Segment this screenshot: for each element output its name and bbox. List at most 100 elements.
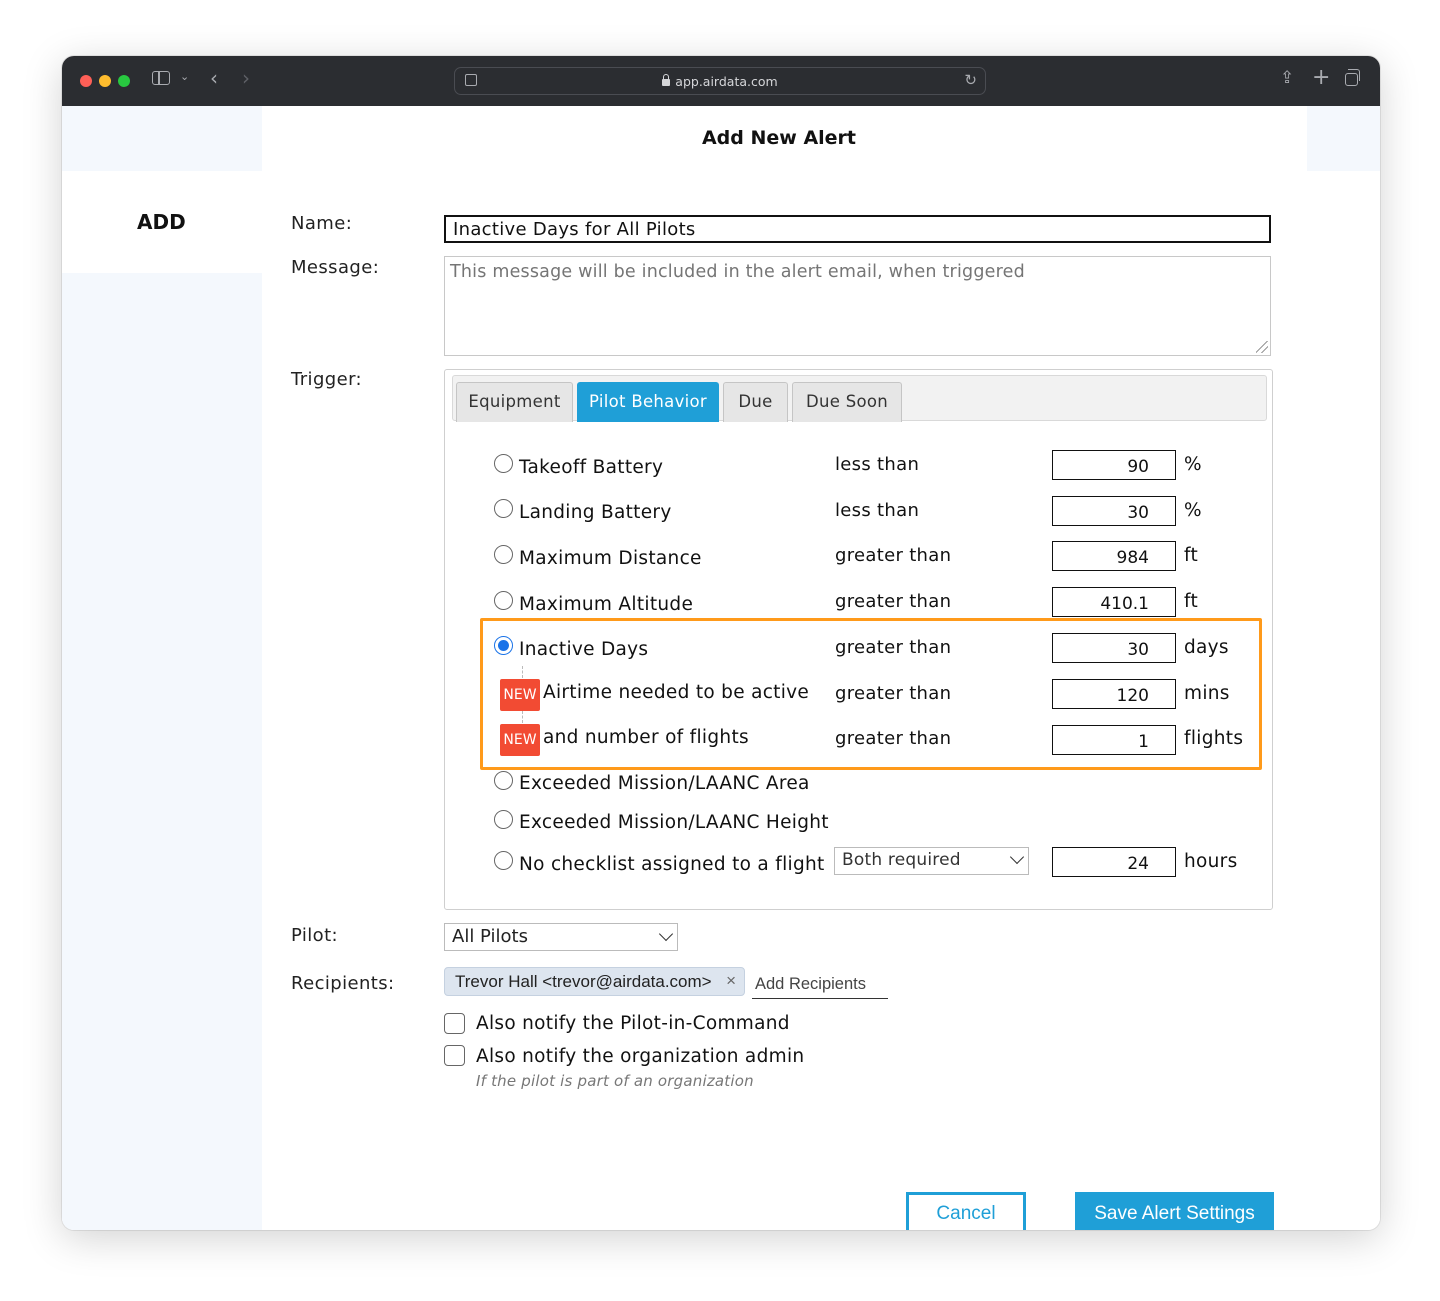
comparator-label: less than (835, 454, 920, 475)
tab-due[interactable]: Due (723, 382, 788, 422)
notify-pic-checkbox[interactable] (444, 1013, 465, 1034)
back-icon[interactable]: ‹ (210, 66, 218, 90)
trigger-option-label: Takeoff Battery (519, 457, 664, 478)
threshold-input[interactable] (1052, 679, 1176, 709)
address-bar[interactable]: app.airdata.com ↻ (454, 67, 986, 95)
no-checklist-radio[interactable] (494, 851, 513, 870)
trigger-option-label: Exceeded Mission/LAANC Height (519, 812, 829, 833)
left-panel (62, 106, 262, 1230)
name-label: Name: (291, 213, 353, 234)
pilot-select[interactable]: All Pilots (444, 923, 678, 951)
comparator-label: greater than (835, 728, 952, 749)
recipients-label: Recipients: (291, 973, 395, 994)
unit-label: mins (1184, 683, 1230, 704)
chevron-down-icon (1009, 849, 1025, 865)
unit-label: hours (1184, 851, 1238, 872)
comparator-label: greater than (835, 637, 952, 658)
threshold-input[interactable] (1052, 633, 1176, 663)
right-panel (1307, 106, 1380, 171)
pilot-label: Pilot: (291, 925, 338, 946)
notify-admin-checkbox[interactable] (444, 1045, 465, 1066)
trigger-option-label: and number of flights (543, 727, 749, 748)
comparator-label: less than (835, 500, 920, 521)
dialog-title: Add New Alert (701, 127, 857, 149)
notify-admin-label: Also notify the organization admin (476, 1046, 805, 1067)
maximum-distance-radio[interactable] (494, 545, 513, 564)
resize-handle-icon[interactable] (1256, 341, 1268, 353)
save-alert-settings-button[interactable]: Save Alert Settings (1075, 1192, 1274, 1230)
tab-equipment[interactable]: Equipment (456, 382, 573, 422)
zoom-window-button[interactable] (118, 75, 130, 87)
new-tab-icon[interactable]: + (1312, 65, 1330, 90)
tab-due-soon[interactable]: Due Soon (792, 382, 902, 422)
select-value: Both required (842, 850, 961, 870)
comparator-label: greater than (835, 545, 952, 566)
cancel-button[interactable]: Cancel (906, 1192, 1026, 1230)
checklist-requirement-select[interactable]: Both required (834, 847, 1029, 875)
url-text: app.airdata.com (675, 74, 778, 89)
unit-label: days (1184, 637, 1229, 658)
trigger-row: Exceeded Mission/LAANC Area (445, 768, 1272, 802)
trigger-row: No checklist assigned to a flight Both r… (445, 847, 1272, 881)
unit-label: % (1184, 500, 1202, 521)
inactive-days-radio[interactable] (494, 636, 513, 655)
trigger-row: Landing Battery less than % (445, 496, 1272, 530)
add-recipients-input[interactable]: Add Recipients (752, 975, 888, 999)
landing-battery-radio[interactable] (494, 499, 513, 518)
url-display[interactable]: app.airdata.com (455, 74, 985, 89)
threshold-input[interactable] (1052, 725, 1176, 755)
takeoff-battery-radio[interactable] (494, 454, 513, 473)
lock-icon (662, 74, 671, 86)
trigger-row: Exceeded Mission/LAANC Height (445, 807, 1272, 841)
share-icon[interactable]: ⇪ (1280, 68, 1294, 88)
trigger-option-label: Inactive Days (519, 639, 649, 660)
threshold-input[interactable] (1052, 847, 1176, 877)
notify-pic-label: Also notify the Pilot-in-Command (476, 1013, 790, 1034)
unit-label: ft (1184, 545, 1199, 566)
trigger-row: NEW and number of flights greater than f… (445, 723, 1272, 757)
trigger-option-label: Maximum Altitude (519, 594, 694, 615)
threshold-input[interactable] (1052, 541, 1176, 571)
browser-toolbar: ⌄ ‹ › app.airdata.com ↻ ⇪ + (62, 56, 1380, 106)
recipient-chip: Trevor Hall <trevor@airdata.com> × (444, 967, 745, 996)
notify-admin-hint: If the pilot is part of an organization (476, 1072, 754, 1090)
forward-icon[interactable]: › (242, 66, 250, 90)
message-textarea[interactable] (444, 256, 1271, 356)
close-window-button[interactable] (80, 75, 92, 87)
remove-recipient-icon[interactable]: × (726, 971, 736, 991)
trigger-tabs: Equipment Pilot Behavior Due Due Soon (452, 375, 1267, 422)
page-content: ADD Add New Alert Name: Message: Trigger… (62, 106, 1380, 1230)
recipient-text: Trevor Hall <trevor@airdata.com> (455, 972, 712, 991)
trigger-label: Trigger: (291, 369, 363, 390)
comparator-label: greater than (835, 683, 952, 704)
unit-label: % (1184, 454, 1202, 475)
tab-overview-icon[interactable] (1345, 69, 1360, 86)
maximum-altitude-radio[interactable] (494, 591, 513, 610)
exceeded-height-radio[interactable] (494, 810, 513, 829)
threshold-input[interactable] (1052, 587, 1176, 617)
section-label: ADD (137, 210, 186, 234)
trigger-panel: Equipment Pilot Behavior Due Due Soon Ta… (444, 369, 1273, 910)
alert-name-input[interactable] (444, 215, 1271, 243)
new-badge: NEW (500, 724, 540, 756)
trigger-row: Takeoff Battery less than % (445, 450, 1272, 484)
new-badge: NEW (500, 679, 540, 711)
chevron-down-icon[interactable]: ⌄ (180, 70, 189, 83)
threshold-input[interactable] (1052, 496, 1176, 526)
select-value: All Pilots (452, 926, 528, 947)
exceeded-area-radio[interactable] (494, 771, 513, 790)
unit-label: flights (1184, 728, 1244, 749)
trigger-row: Inactive Days greater than days (445, 633, 1272, 667)
tab-pilot-behavior[interactable]: Pilot Behavior (577, 382, 719, 422)
trigger-row: Maximum Altitude greater than ft (445, 587, 1272, 621)
trigger-row: Maximum Distance greater than ft (445, 541, 1272, 575)
trigger-option-label: No checklist assigned to a flight (519, 854, 825, 875)
comparator-label: greater than (835, 591, 952, 612)
reload-icon[interactable]: ↻ (964, 71, 977, 89)
browser-window: ⌄ ‹ › app.airdata.com ↻ ⇪ + ADD Add New … (62, 56, 1380, 1230)
chevron-down-icon (658, 926, 674, 942)
threshold-input[interactable] (1052, 450, 1176, 480)
minimize-window-button[interactable] (99, 75, 111, 87)
sidebar-toggle-icon[interactable] (152, 71, 170, 85)
connector-line (522, 711, 523, 723)
